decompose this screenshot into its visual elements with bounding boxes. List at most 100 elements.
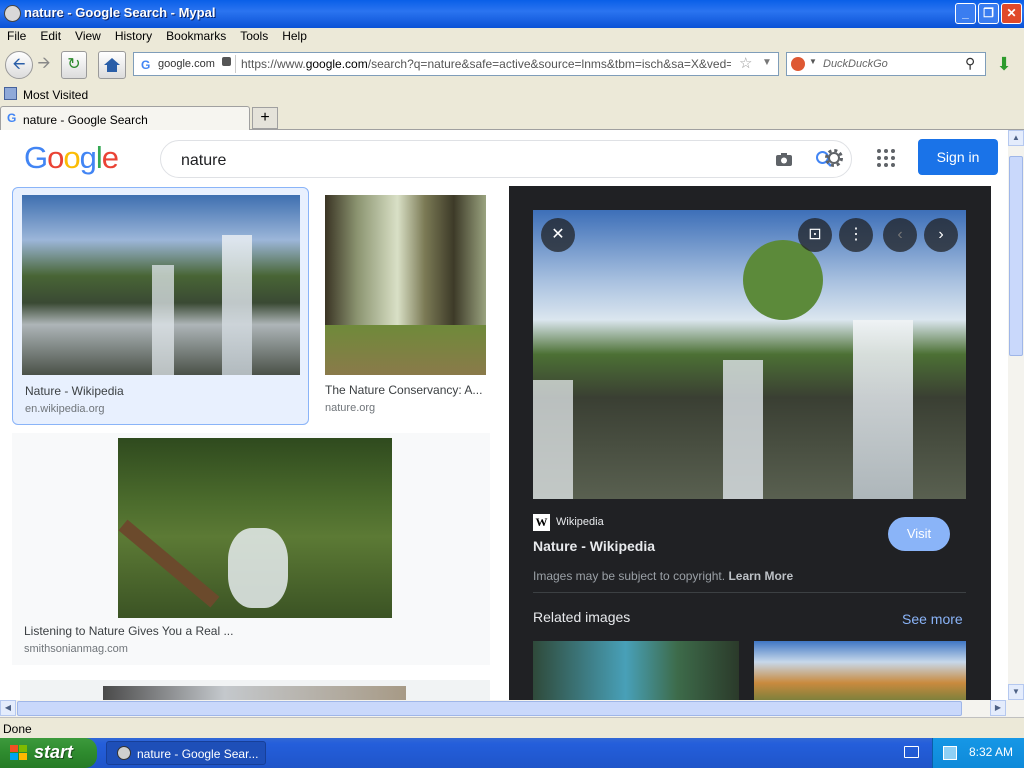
start-button[interactable]: start <box>0 738 97 768</box>
url-dropdown-icon[interactable]: ▼ <box>762 57 772 68</box>
image-result-card[interactable] <box>20 680 490 700</box>
menu-edit[interactable]: Edit <box>40 28 61 43</box>
search-bar[interactable]: ▼ DuckDuckGo ⚲ <box>786 52 986 76</box>
menu-help[interactable]: Help <box>282 28 307 43</box>
preview-image[interactable]: ✕ ⊡ ⋮ ‹ › <box>533 210 966 499</box>
duckduckgo-icon[interactable] <box>791 57 805 71</box>
menu-history[interactable]: History <box>115 28 152 43</box>
windows-logo-icon <box>10 745 27 760</box>
keyboard-icon[interactable] <box>904 746 919 758</box>
menu-file[interactable]: File <box>7 28 26 43</box>
mypal-app-icon <box>4 5 21 22</box>
google-header: Google nature Sign in <box>0 130 1008 186</box>
next-image-button[interactable]: › <box>924 218 958 252</box>
minimize-button[interactable]: _ <box>955 3 976 24</box>
title-bar: nature - Google Search - Mypal _ ❐ ✕ <box>0 0 1024 28</box>
lens-search-icon[interactable]: ⊡ <box>798 218 832 252</box>
more-options-icon[interactable]: ⋮ <box>839 218 873 252</box>
site-identity[interactable]: G google.com <box>136 55 236 73</box>
learn-more-link[interactable]: Learn More <box>728 569 793 583</box>
result-title[interactable]: The Nature Conservancy: A... <box>325 383 490 397</box>
taskbar-window-label: nature - Google Sear... <box>137 747 259 761</box>
forest-path-thumbnail[interactable] <box>325 195 486 375</box>
sign-in-button[interactable]: Sign in <box>918 139 998 175</box>
network-icon[interactable] <box>943 746 957 760</box>
back-button[interactable]: 🡨 <box>5 51 33 79</box>
home-button[interactable] <box>98 51 126 79</box>
google-search-box[interactable]: nature <box>160 140 852 178</box>
scroll-up-icon[interactable]: ▲ <box>1008 130 1024 146</box>
folder-icon <box>4 87 17 100</box>
url-domain: google.com <box>305 57 368 71</box>
tab-google-search[interactable]: G nature - Google Search <box>0 106 250 130</box>
bookmark-star-icon[interactable]: ☆ <box>739 54 752 72</box>
clock[interactable]: 8:32 AM <box>969 745 1013 759</box>
result-title[interactable]: Nature - Wikipedia <box>25 384 295 398</box>
site-domain: google.com <box>158 58 215 70</box>
status-text: Done <box>3 722 32 736</box>
download-icon[interactable]: ⬇ <box>992 54 1016 76</box>
url-path: /search?q=nature&safe=active&source=lnms… <box>367 57 731 71</box>
horizontal-scroll-thumb[interactable] <box>17 701 962 716</box>
image-preview-panel: ✕ ⊡ ⋮ ‹ › W Wikipedia Nature - Wikipedia… <box>509 186 991 700</box>
result-source: en.wikipedia.org <box>25 403 105 415</box>
taskbar: start nature - Google Sear... 8:32 AM <box>0 738 1024 768</box>
google-favicon-icon: G <box>7 111 17 125</box>
page-content: Google nature Sign in Nature - Wikipedia… <box>0 130 1008 700</box>
mypal-app-icon <box>117 746 131 760</box>
menu-tools[interactable]: Tools <box>240 28 268 43</box>
image-result-card[interactable]: The Nature Conservancy: A... nature.org <box>316 187 494 425</box>
most-visited-bookmark[interactable]: Most Visited <box>23 88 88 102</box>
navigation-toolbar: 🡨 🡪 ↻ G google.com https://www.google.co… <box>0 47 1024 83</box>
status-bar: Done <box>0 717 1024 738</box>
vertical-scrollbar[interactable]: ▲ ▼ <box>1008 130 1024 700</box>
scroll-down-icon[interactable]: ▼ <box>1008 684 1024 700</box>
search-query[interactable]: nature <box>181 152 226 170</box>
waterfall-thumbnail[interactable] <box>22 195 300 375</box>
visit-button[interactable]: Visit <box>888 517 950 551</box>
scroll-left-icon[interactable]: ◀ <box>0 700 16 716</box>
copyright-text: Images may be subject to copyright. <box>533 569 726 583</box>
image-result-card[interactable]: Listening to Nature Gives You a Real ...… <box>12 433 490 665</box>
menu-bar: File Edit View History Bookmarks Tools Help <box>0 28 1024 47</box>
settings-gear-icon[interactable] <box>823 147 845 169</box>
previous-image-button[interactable]: ‹ <box>883 218 917 252</box>
vertical-scroll-thumb[interactable] <box>1009 156 1023 356</box>
camera-icon[interactable] <box>775 150 793 168</box>
preview-site-name[interactable]: Wikipedia <box>556 516 604 528</box>
see-more-link[interactable]: See more <box>902 611 963 627</box>
scroll-right-icon[interactable]: ▶ <box>990 700 1006 716</box>
copyright-notice: Images may be subject to copyright. Lear… <box>533 569 793 583</box>
google-logo[interactable]: Google <box>24 140 119 176</box>
forward-button[interactable]: 🡪 <box>33 51 55 79</box>
url-bar[interactable]: G google.com https://www.google.com/sear… <box>133 52 779 76</box>
partial-thumbnail[interactable] <box>103 686 406 700</box>
window-title: nature - Google Search - Mypal <box>24 5 216 20</box>
close-preview-button[interactable]: ✕ <box>541 218 575 252</box>
reload-button[interactable]: ↻ <box>61 51 87 79</box>
wikipedia-icon: W <box>533 514 550 531</box>
search-engine-placeholder: DuckDuckGo <box>823 58 888 70</box>
taskbar-window-button[interactable]: nature - Google Sear... <box>106 741 266 765</box>
url-text[interactable]: https://www.google.com/search?q=nature&s… <box>241 57 731 71</box>
forest-stream-thumbnail[interactable] <box>118 438 392 618</box>
logo-letter: G <box>24 140 48 175</box>
lock-icon <box>222 57 231 66</box>
horizontal-scrollbar[interactable]: ◀ ▶ <box>0 700 1024 717</box>
maximize-button[interactable]: ❐ <box>978 3 999 24</box>
image-results-grid: Nature - Wikipedia en.wikipedia.org The … <box>0 186 508 700</box>
preview-title[interactable]: Nature - Wikipedia <box>533 538 655 554</box>
menu-bookmarks[interactable]: Bookmarks <box>166 28 226 43</box>
related-image-thumbnail[interactable] <box>533 641 739 700</box>
image-result-card[interactable]: Nature - Wikipedia en.wikipedia.org <box>12 187 309 425</box>
engine-dropdown-icon[interactable]: ▼ <box>809 57 817 66</box>
close-window-button[interactable]: ✕ <box>1001 3 1022 24</box>
home-icon <box>104 58 120 72</box>
menu-view[interactable]: View <box>75 28 101 43</box>
new-tab-button[interactable]: + <box>252 107 278 129</box>
related-image-thumbnail[interactable] <box>754 641 966 700</box>
search-icon[interactable]: ⚲ <box>965 55 975 72</box>
result-title[interactable]: Listening to Nature Gives You a Real ... <box>24 624 284 638</box>
google-apps-icon[interactable] <box>876 148 896 168</box>
bookmarks-toolbar: Most Visited <box>0 83 1024 105</box>
